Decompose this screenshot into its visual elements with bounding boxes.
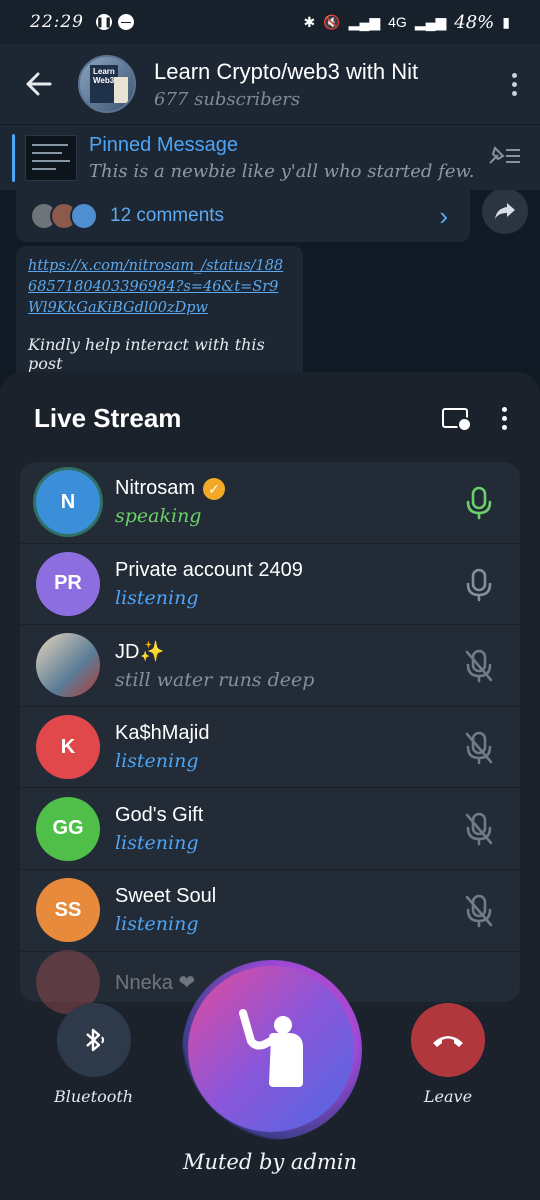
avatar[interactable]: SS (36, 878, 100, 943)
participant-row[interactable]: SS Sweet Soul listening (20, 870, 520, 952)
participant-name-text: Private account 2409 (115, 558, 303, 581)
channel-subscribers: 677 subscribers (154, 88, 301, 110)
network-type: 4G (388, 14, 407, 30)
commenter-avatar (70, 202, 98, 230)
participant-name: JD✨ (115, 639, 314, 664)
mic-muted-icon (464, 731, 494, 765)
microphone-icon (464, 568, 494, 602)
participant-row[interactable]: JD✨ still water runs deep (20, 625, 520, 707)
pinned-indicator (12, 133, 15, 182)
pinned-text: This is a newbie like y'all who started … (89, 160, 474, 182)
signal-icon: ▂▄▆ (348, 13, 381, 30)
participant-info: Private account 2409 listening (115, 559, 303, 609)
avatar-book-2 (114, 77, 128, 103)
status-bar: 22:29 ❚❚ — ✱ 🔇 ▂▄▆ 4G ▂▄▆ 48% ▮ (0, 0, 540, 44)
battery-level: 48% (454, 11, 495, 33)
leave-control[interactable]: Leave (411, 1003, 485, 1106)
participant-name-text: Nitrosam (115, 477, 196, 500)
avatar[interactable]: K (36, 715, 100, 780)
participant-name-text: God's Gift (115, 803, 204, 826)
pinned-title: Pinned Message (89, 133, 238, 156)
channel-menu-icon[interactable] (488, 72, 540, 96)
panel-header: Live Stream (0, 372, 540, 464)
participant-name-text: Ka$hMajid (115, 722, 210, 745)
participant-row[interactable]: N Nitrosam ✓ speaking (20, 462, 520, 544)
participant-status: listening (115, 586, 199, 609)
minus-icon: — (118, 14, 134, 30)
status-right: ✱ 🔇 ▂▄▆ 4G ▂▄▆ 48% ▮ (304, 12, 511, 33)
status-time: 22:29 (30, 12, 84, 32)
channel-info[interactable]: Learn Crypto/web3 with Nit 677 subscribe… (154, 59, 474, 110)
post-text: Kindly help interact with this post (28, 335, 265, 373)
participant-status: listening (115, 750, 199, 773)
comments-bar[interactable]: 12 comments › (16, 190, 470, 242)
channel-header: Learn Web3 Learn Crypto/web3 with Nit 67… (0, 44, 540, 124)
pinned-list-icon[interactable] (486, 145, 522, 173)
hang-up-icon[interactable] (411, 1003, 485, 1077)
pause-icon: ❚❚ (96, 14, 112, 30)
chat-area: 12 comments › https://x.com/nitrosam_/st… (0, 190, 540, 390)
mic-muted-icon (464, 649, 494, 683)
chevron-right-icon: › (439, 200, 448, 231)
microphone-icon (464, 486, 494, 520)
avatar[interactable]: N (36, 470, 100, 535)
participant-status: listening (115, 831, 199, 854)
raise-hand-button[interactable] (188, 966, 354, 1132)
bluetooth-label: Bluetooth (54, 1087, 134, 1106)
channel-avatar[interactable]: Learn Web3 (78, 55, 136, 113)
stream-menu-icon[interactable] (468, 406, 540, 430)
picture-in-picture-icon[interactable] (442, 408, 472, 432)
participant-row[interactable]: GG God's Gift listening (20, 788, 520, 870)
raise-hand-icon (239, 1009, 303, 1087)
participant-name: Nitrosam ✓ (115, 477, 226, 501)
participant-name: Ka$hMajid (115, 722, 210, 745)
mic-muted-icon (464, 894, 494, 928)
signal-icon-2: ▂▄▆ (414, 13, 447, 30)
participant-row[interactable]: K Ka$hMajid listening (20, 707, 520, 789)
muted-status: Muted by admin (182, 1150, 358, 1174)
avatar[interactable] (36, 633, 100, 698)
participant-status: speaking (115, 505, 202, 528)
post-bubble: https://x.com/nitrosam_/status/188685718… (16, 246, 303, 390)
avatar[interactable]: GG (36, 796, 100, 861)
pinned-thumbnail (25, 134, 77, 181)
battery-icon: ▮ (502, 13, 510, 30)
status-icons: ❚❚ — (96, 14, 134, 30)
panel-title: Live Stream (34, 402, 182, 433)
channel-title: Learn Crypto/web3 with Nit (154, 58, 419, 84)
verified-badge-icon: ✓ (203, 478, 226, 501)
participant-info: Sweet Soul listening (115, 885, 216, 935)
back-arrow-icon[interactable] (0, 72, 78, 96)
participant-list[interactable]: N Nitrosam ✓ speaking PR Private account 2409… (20, 462, 520, 1002)
silent-icon: 🔇 (323, 13, 341, 30)
pinned-message[interactable]: Pinned Message This is a newbie like y'a… (0, 124, 540, 190)
participant-info: Ka$hMajid listening (115, 722, 210, 772)
avatar[interactable]: PR (36, 551, 100, 616)
participant-name: Private account 2409 (115, 559, 303, 582)
participant-name: God's Gift (115, 804, 203, 827)
bluetooth-control[interactable]: Bluetooth (54, 1003, 133, 1106)
participant-name: Sweet Soul (115, 885, 216, 908)
mic-muted-icon (464, 812, 494, 846)
bluetooth-status-icon: ✱ (303, 13, 316, 30)
participant-name-text: JD✨ (115, 641, 165, 664)
participant-status: listening (115, 913, 199, 936)
participant-name-text: Sweet Soul (115, 885, 217, 908)
participant-name: Nneka ❤ (115, 971, 196, 994)
participant-status: still water runs deep (115, 669, 315, 692)
leave-label: Leave (423, 1087, 473, 1106)
bluetooth-icon[interactable] (56, 1003, 131, 1077)
participant-info: Nitrosam ✓ speaking (115, 477, 226, 528)
participant-info: God's Gift listening (115, 804, 203, 854)
participant-info: JD✨ still water runs deep (115, 639, 314, 691)
share-icon[interactable] (482, 190, 528, 234)
pinned-content: Pinned Message This is a newbie like y'a… (89, 134, 474, 182)
participant-row[interactable]: PR Private account 2409 listening (20, 544, 520, 626)
post-link[interactable]: https://x.com/nitrosam_/status/188685718… (28, 256, 291, 319)
comments-count: 12 comments (110, 205, 225, 226)
